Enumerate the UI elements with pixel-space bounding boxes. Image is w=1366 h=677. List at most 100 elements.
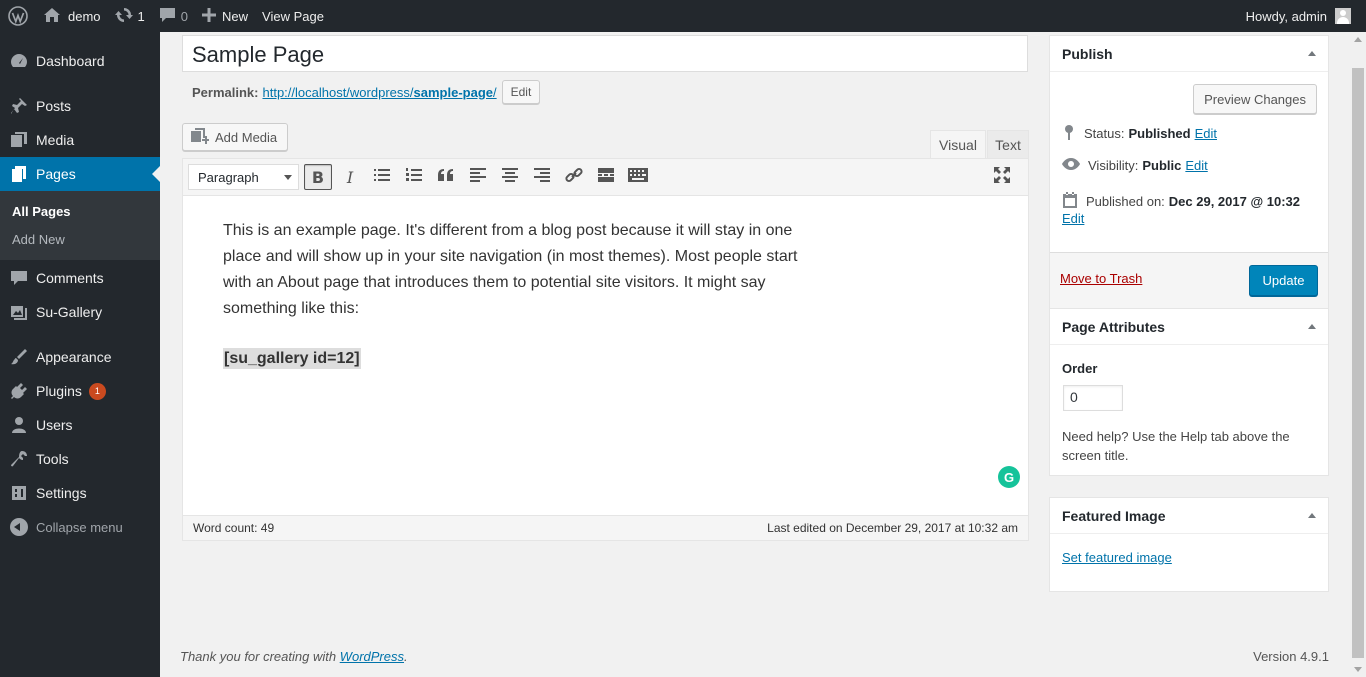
collapse-toggle-icon[interactable] [1308, 51, 1316, 56]
sidebar-item-tools[interactable]: Tools [0, 442, 160, 476]
update-button[interactable]: Update [1249, 265, 1318, 296]
scroll-up-arrow-icon[interactable] [1354, 37, 1362, 42]
wordpress-logo-icon[interactable] [0, 0, 36, 32]
italic-button[interactable]: I [336, 164, 364, 190]
collapse-label: Collapse menu [36, 519, 123, 535]
plus-icon [202, 7, 216, 25]
updates-link[interactable]: 1 [108, 0, 152, 32]
read-more-button[interactable] [592, 164, 620, 190]
sidebar-item-pages[interactable]: Pages [0, 157, 160, 191]
order-input[interactable]: 0 [1063, 385, 1123, 411]
editor-status-bar: Word count: 49 Last edited on December 2… [183, 515, 1028, 540]
visibility-label: Visibility: [1088, 158, 1139, 173]
plugins-update-badge: 1 [88, 382, 106, 400]
visibility-edit-link[interactable]: Edit [1185, 158, 1207, 173]
bold-button[interactable]: B [304, 164, 332, 190]
footer-version: Version 4.9.1 [1253, 649, 1329, 664]
page-scrollbar[interactable] [1350, 32, 1366, 677]
permalink-row: Permalink: http://localhost/wordpress/sa… [192, 80, 541, 104]
page-attributes-box: Page Attributes Order 0 Need help? Use t… [1049, 308, 1329, 476]
footer-thanks: Thank you for creating with WordPress. [180, 649, 408, 664]
sidebar-item-label: Dashboard [36, 53, 105, 69]
account-menu[interactable]: Howdy, admin [1239, 0, 1358, 32]
site-name-link[interactable]: demo [36, 0, 108, 32]
collapse-toggle-icon[interactable] [1308, 513, 1316, 518]
grammarly-icon[interactable]: G [998, 466, 1020, 488]
eye-icon [1062, 158, 1088, 173]
sidebar-item-appearance[interactable]: Appearance [0, 340, 160, 374]
move-to-trash-link[interactable]: Move to Trash [1060, 271, 1142, 286]
permalink-slug: sample-page [413, 84, 493, 100]
publish-actions: Move to Trash Update [1050, 252, 1328, 308]
pages-icon [10, 165, 28, 183]
sidebar-item-label: Su-Gallery [36, 304, 103, 320]
footer-period: . [404, 649, 408, 664]
permalink-edit-button[interactable]: Edit [501, 80, 541, 104]
sidebar-item-su-gallery[interactable]: Su-Gallery [0, 295, 160, 329]
avatar [1335, 8, 1351, 24]
align-center-button[interactable] [496, 164, 524, 190]
format-select[interactable]: Paragraph [188, 164, 299, 190]
content-editor: Paragraph B I This is an example page. I… [182, 158, 1029, 541]
fullscreen-button[interactable] [988, 164, 1016, 190]
sidebar-item-comments[interactable]: Comments [0, 261, 160, 295]
sidebar-item-media[interactable]: Media [0, 123, 160, 157]
admin-sidebar: Dashboard Posts Media Pages All Pages Ad… [0, 32, 160, 677]
toolbar-toggle-button[interactable] [624, 164, 652, 190]
help-text: Need help? Use the Help tab above the sc… [1062, 429, 1290, 463]
submenu-add-new[interactable]: Add New [0, 225, 160, 253]
comments-count: 0 [180, 8, 188, 24]
sidebar-item-label: Media [36, 132, 75, 148]
new-content-link[interactable]: New [195, 0, 255, 32]
wordpress-link[interactable]: WordPress [340, 649, 404, 664]
tab-text[interactable]: Text [987, 130, 1029, 159]
comments-link[interactable]: 0 [152, 0, 195, 32]
view-page-link[interactable]: View Page [255, 0, 331, 32]
sidebar-item-label: Users [36, 417, 73, 433]
submenu-all-pages[interactable]: All Pages [0, 197, 160, 225]
bulleted-list-button[interactable] [368, 164, 396, 190]
tab-visual[interactable]: Visual [930, 130, 986, 159]
scrollbar-thumb[interactable] [1352, 68, 1364, 658]
sidebar-item-label: Pages [36, 166, 76, 182]
permalink-link[interactable]: http://localhost/wordpress/sample-page/ [262, 85, 496, 100]
blockquote-button[interactable] [432, 164, 460, 190]
sidebar-item-label: Posts [36, 98, 72, 114]
footer-thanks-text: Thank you for creating with [180, 649, 340, 664]
page-attributes-header[interactable]: Page Attributes [1050, 309, 1328, 345]
align-center-icon [502, 167, 518, 187]
insert-link-button[interactable] [560, 164, 588, 190]
set-featured-image-link[interactable]: Set featured image [1062, 550, 1172, 565]
fullscreen-icon [994, 166, 1010, 188]
add-media-button[interactable]: Add Media [182, 123, 289, 151]
align-right-button[interactable] [528, 164, 556, 190]
sidebar-item-plugins[interactable]: Plugins 1 [0, 374, 160, 408]
status-value: Published [1128, 126, 1191, 141]
editor-content-area[interactable]: This is an example page. It's different … [183, 196, 843, 418]
keyboard-icon [628, 167, 648, 187]
sidebar-item-dashboard[interactable]: Dashboard [0, 44, 160, 78]
featured-image-heading: Featured Image [1062, 507, 1166, 524]
preview-changes-button[interactable]: Preview Changes [1193, 84, 1317, 114]
sidebar-item-users[interactable]: Users [0, 408, 160, 442]
sidebar-item-posts[interactable]: Posts [0, 89, 160, 123]
status-edit-link[interactable]: Edit [1195, 126, 1217, 141]
collapse-toggle-icon[interactable] [1308, 324, 1316, 329]
featured-image-header[interactable]: Featured Image [1050, 498, 1328, 534]
post-title-input[interactable]: Sample Page [182, 35, 1028, 72]
sidebar-item-settings[interactable]: Settings [0, 476, 160, 510]
italic-icon: I [346, 167, 354, 187]
align-left-button[interactable] [464, 164, 492, 190]
published-label: Published on: [1086, 194, 1165, 209]
scroll-down-arrow-icon[interactable] [1354, 667, 1362, 672]
published-date-edit-link[interactable]: Edit [1062, 211, 1084, 226]
numbered-list-button[interactable] [400, 164, 428, 190]
publish-box-header[interactable]: Publish [1050, 36, 1328, 72]
content-paragraph: This is an example page. It's different … [223, 222, 798, 317]
comment-bubble-icon [159, 7, 176, 26]
page-attributes-heading: Page Attributes [1062, 318, 1165, 335]
link-icon [565, 166, 583, 189]
collapse-menu-button[interactable]: Collapse menu [0, 510, 160, 544]
bulleted-list-icon [374, 168, 390, 187]
publish-heading: Publish [1062, 45, 1113, 62]
